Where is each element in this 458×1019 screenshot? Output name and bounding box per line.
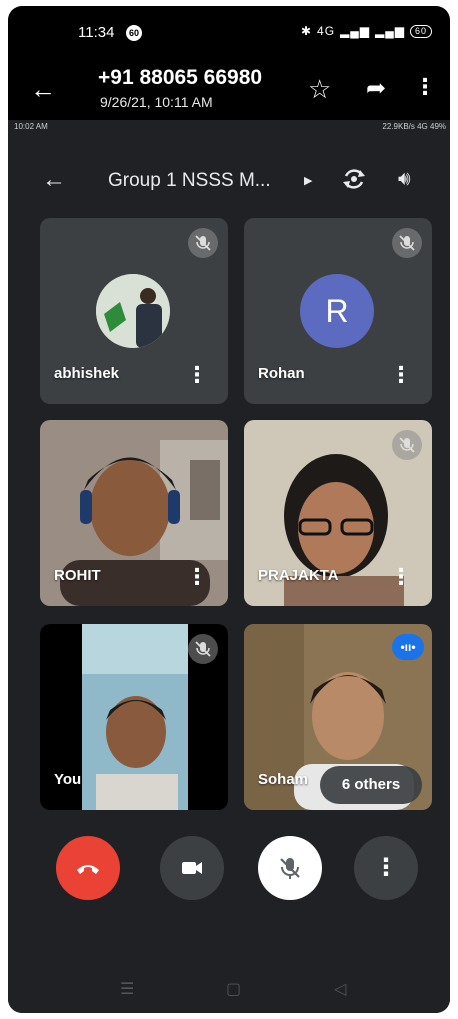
rohan-avatar: R (300, 274, 374, 348)
home-icon[interactable]: ▢ (226, 979, 241, 999)
screenshot-status-right: 22.9KB/s 4G 49% (382, 122, 446, 131)
call-controls: ⋮ (8, 836, 450, 916)
participant-tile-rohan[interactable]: R Rohan ⋮ (244, 218, 432, 404)
recents-icon[interactable]: ☰ (120, 979, 134, 999)
more-options-button[interactable]: ⋮ (354, 836, 418, 900)
camera-toggle-button[interactable] (160, 836, 224, 900)
participant-tile-prajakta[interactable]: PRAJAKTA ⋮ (244, 420, 432, 606)
status-icons: ✱ 4G ▂▄▆ ▂▄▆ 60 (301, 24, 432, 38)
screenshot-status-bar: 10:02 AM 22.9KB/s 4G 49% (14, 122, 446, 134)
message-date: 9/26/21, 10:11 AM (100, 94, 213, 110)
status-time: 11:34 (78, 24, 115, 41)
back-nav-icon[interactable]: ◁ (334, 979, 346, 999)
switch-camera-icon[interactable] (341, 166, 367, 192)
signal-icon-2: ▂▄▆ (375, 24, 405, 38)
others-count-button[interactable]: 6 others (320, 766, 422, 804)
participant-name: abhishek (54, 365, 120, 382)
mic-off-icon (392, 430, 422, 460)
meeting-title[interactable]: Group 1 NSSS M... (108, 170, 271, 192)
participant-name: ROHIT (54, 567, 101, 584)
more-menu-icon[interactable]: ⋮ (414, 74, 436, 100)
phone-frame: 11:34 60 ✱ 4G ▂▄▆ ▂▄▆ 60 ← +91 88065 669… (8, 6, 450, 1013)
mic-off-icon (392, 228, 422, 258)
hangup-icon (77, 865, 99, 874)
speaking-indicator-icon: •ıı• (392, 634, 424, 660)
participant-name: Soham (258, 771, 309, 788)
forward-icon[interactable]: ➦ (366, 74, 386, 103)
meet-back-icon[interactable]: ← (42, 166, 66, 194)
tile-more-icon[interactable]: ⋮ (186, 566, 208, 588)
mic-off-icon (280, 858, 300, 879)
contact-name: +91 88065 66980 (98, 66, 263, 89)
participant-tile-you[interactable]: You (40, 624, 228, 810)
bluetooth-icon: ✱ (300, 24, 313, 38)
mic-off-icon (188, 228, 218, 258)
status-bar: 11:34 60 ✱ 4G ▂▄▆ ▂▄▆ 60 (8, 6, 450, 58)
mic-off-icon (188, 634, 218, 664)
participant-tile-abhishek[interactable]: abhishek ⋮ (40, 218, 228, 404)
viewer-header: ← +91 88065 66980 9/26/21, 10:11 AM ☆ ➦ … (8, 58, 450, 122)
participant-name: Rohan (258, 365, 305, 382)
speaker-icon[interactable]: 🔊︎ (398, 168, 411, 191)
end-call-button[interactable] (56, 836, 120, 900)
tile-more-icon[interactable]: ⋮ (390, 364, 412, 386)
participant-name: PRAJAKTA (258, 567, 339, 584)
caret-right-icon[interactable]: ▶ (304, 174, 312, 187)
participant-tile-rohit[interactable]: ROHIT ⋮ (40, 420, 228, 606)
battery-icon: 60 (409, 24, 432, 38)
meet-top-bar: ← Group 1 NSSS M... ▶ 🔊︎ (8, 158, 450, 202)
star-icon[interactable]: ☆ (308, 74, 331, 105)
screenshot-time: 10:02 AM (14, 122, 48, 131)
notification-badge: 60 (126, 25, 142, 41)
abhishek-avatar (96, 274, 170, 348)
tile-more-icon[interactable]: ⋮ (390, 566, 412, 588)
tile-more-icon[interactable]: ⋮ (186, 364, 208, 386)
meet-screenshot: 10:02 AM 22.9KB/s 4G 49% ← Group 1 NSSS … (8, 120, 450, 1013)
signal-icon: ▂▄▆ (340, 24, 371, 38)
android-nav-bar: ☰ ▢ ◁ (8, 967, 450, 1013)
network-type: 4G (317, 24, 336, 38)
participant-name: You (54, 771, 82, 788)
video-camera-icon (182, 862, 202, 874)
mic-toggle-button[interactable] (258, 836, 322, 900)
back-arrow-icon[interactable]: ← (30, 76, 56, 102)
